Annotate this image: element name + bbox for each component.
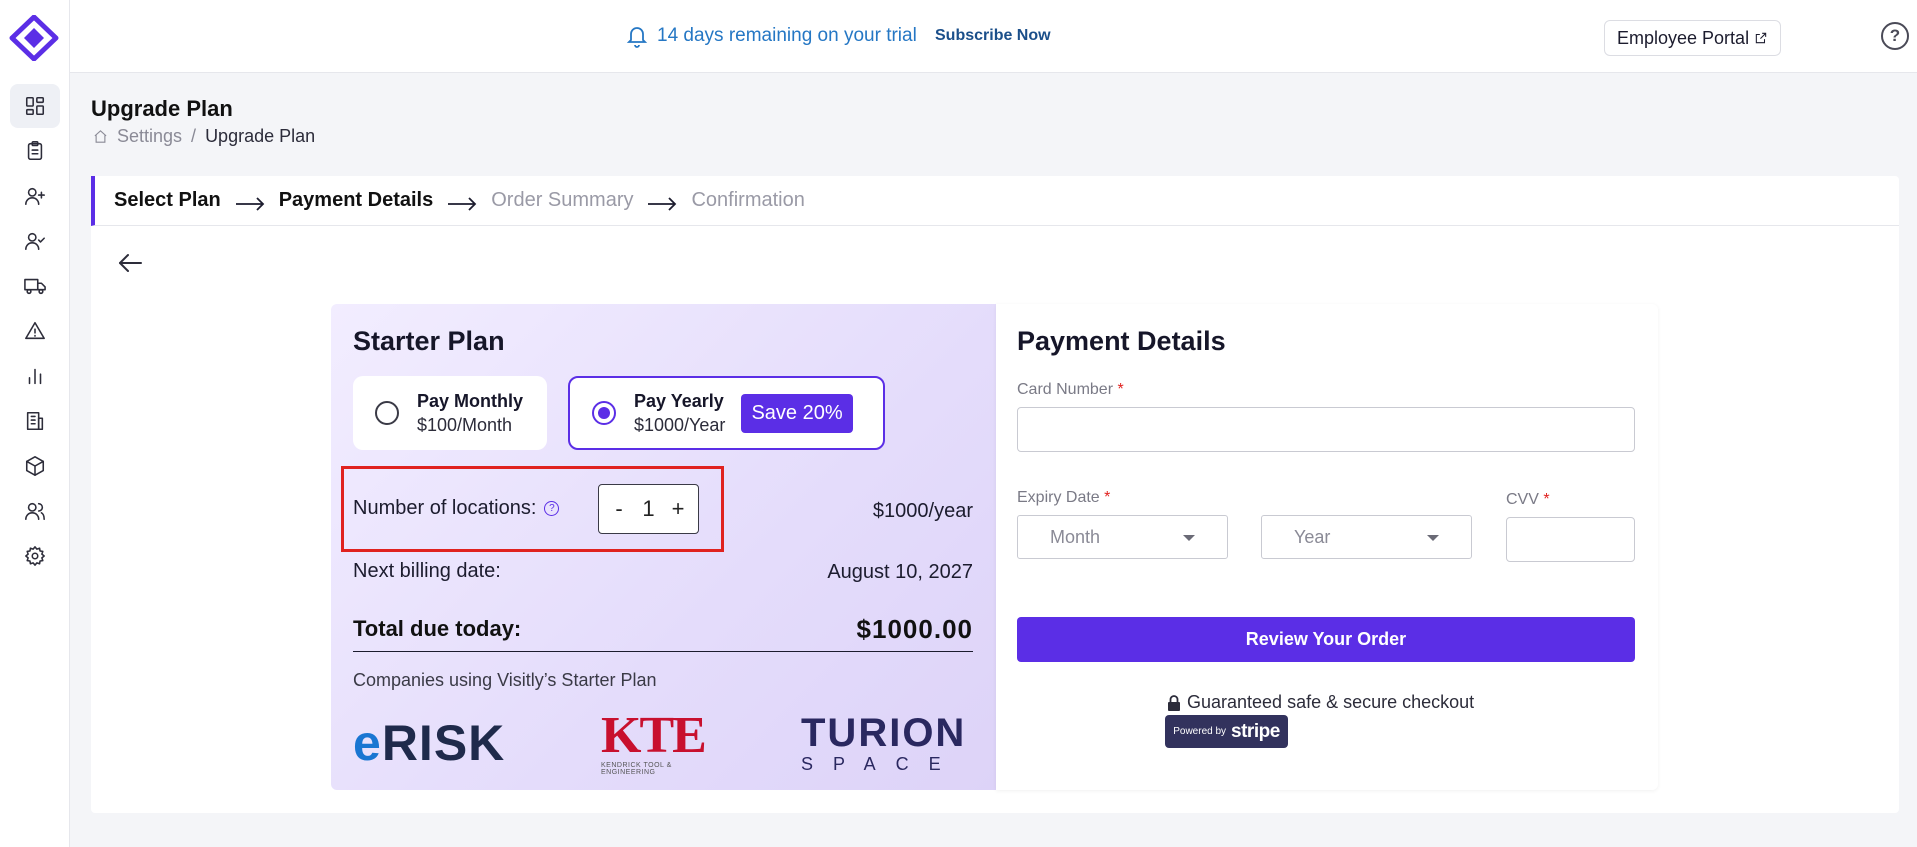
billing-date-value: August 10, 2027 [827, 561, 973, 583]
checkout-stepper: Select Plan Payment Details Order Summar… [91, 176, 1899, 226]
card-number-label: Card Number * [1017, 381, 1124, 398]
sidebar-item-deliveries[interactable] [10, 264, 60, 308]
pay-yearly-label: Pay Yearly [634, 390, 724, 411]
save-badge: Save 20% [741, 393, 853, 433]
card-number-input[interactable] [1017, 407, 1635, 452]
caret-down-icon [1183, 535, 1195, 541]
dashboard-icon [25, 96, 45, 116]
sidebar-item-assets[interactable] [10, 444, 60, 488]
package-icon [25, 456, 45, 476]
expiry-month-value: Month [1050, 526, 1101, 547]
erisk-logo: eRISK [353, 715, 506, 771]
plan-title: Starter Plan [353, 326, 505, 356]
locations-label-row: Number of locations: ? [353, 497, 560, 520]
question-circle-icon[interactable]: ? [544, 501, 560, 516]
back-arrow-icon[interactable] [115, 248, 145, 278]
kte-logo: KTE KENDRICK TOOL & ENGINEERING [601, 707, 707, 777]
lock-icon [1168, 694, 1180, 711]
turion-space-logo: TURION SPACE [801, 711, 967, 774]
billing-date-label: Next billing date: [353, 560, 501, 582]
total-divider [353, 651, 973, 652]
step-payment-details: Payment Details [278, 189, 434, 211]
expiry-year-value: Year [1294, 526, 1331, 547]
caret-down-icon [1427, 535, 1439, 541]
pay-yearly-radio[interactable] [592, 401, 616, 425]
pay-monthly-price: $100/Month [417, 414, 513, 435]
secure-checkout-text: Guaranteed safe & secure checkout [1187, 692, 1475, 712]
breadcrumb-separator: / [191, 126, 197, 146]
decrement-button[interactable]: - [609, 496, 629, 522]
plan-panel: Starter Plan Pay Monthly $100/Month Pay … [331, 304, 996, 790]
user-check-icon [25, 232, 45, 251]
secure-checkout-note: Guaranteed safe & secure checkout [1167, 692, 1474, 713]
home-icon[interactable] [93, 129, 108, 144]
breadcrumb: Settings / Upgrade Plan [93, 126, 315, 147]
expiry-month-select[interactable]: Month [1017, 515, 1228, 559]
sidebar-item-dashboard[interactable] [10, 84, 60, 128]
truck-icon [24, 278, 46, 295]
increment-button[interactable]: + [668, 496, 688, 522]
locations-label: Number of locations: [353, 497, 537, 519]
arrow-right-icon [647, 194, 677, 211]
employee-portal-button[interactable]: Employee Portal [1604, 20, 1782, 56]
employee-portal-label: Employee Portal [1617, 27, 1750, 48]
sidebar-item-reports[interactable] [10, 354, 60, 398]
users-icon [25, 502, 45, 521]
sidebar-item-invite[interactable] [10, 174, 60, 218]
locations-stepper: - 1 + [598, 484, 699, 534]
app-logo-icon[interactable] [9, 15, 59, 61]
sidebar-nav [10, 84, 60, 579]
sidebar [0, 0, 70, 847]
locations-count[interactable]: 1 [642, 496, 654, 522]
cvv-input[interactable] [1506, 517, 1635, 562]
bar-chart-icon [28, 368, 42, 385]
payment-title: Payment Details [1017, 326, 1226, 356]
sidebar-item-users[interactable] [10, 489, 60, 533]
companies-label: Companies using Visitly’s Starter Plan [353, 670, 657, 690]
total-due-label: Total due today: [353, 616, 522, 641]
external-link-icon [1755, 32, 1767, 44]
arrow-right-icon [235, 194, 265, 211]
help-icon[interactable]: ? [1881, 22, 1909, 50]
trial-notice: 14 days remaining on your trial [625, 24, 917, 48]
bell-icon [626, 27, 648, 48]
gear-icon [25, 546, 45, 566]
expiry-year-select[interactable]: Year [1261, 515, 1472, 559]
sidebar-item-settings[interactable] [10, 534, 60, 578]
review-order-button[interactable]: Review Your Order [1017, 617, 1635, 662]
powered-by-stripe-badge: Powered by stripe [1165, 715, 1288, 748]
trial-text: 14 days remaining on your trial [657, 25, 917, 46]
sidebar-item-locations[interactable] [10, 399, 60, 443]
pay-monthly-radio[interactable] [375, 401, 399, 425]
sidebar-item-visits[interactable] [10, 129, 60, 173]
locations-price: $1000/year [872, 500, 973, 522]
payment-panel: Payment Details Card Number * Expiry Dat… [996, 304, 1658, 790]
sidebar-item-checkin[interactable] [10, 219, 60, 263]
cvv-label: CVV * [1506, 491, 1550, 508]
step-confirmation: Confirmation [691, 189, 805, 211]
total-due-value: $1000.00 [856, 614, 973, 644]
pay-yearly-price: $1000/Year [634, 414, 726, 435]
page-title: Upgrade Plan [91, 96, 233, 121]
top-header: 14 days remaining on your trial Subscrib… [70, 0, 1917, 73]
expiry-date-label: Expiry Date * [1017, 489, 1111, 506]
pay-yearly-option[interactable]: Pay Yearly $1000/Year Save 20% [568, 376, 885, 450]
warning-icon [25, 321, 45, 340]
arrow-right-icon [447, 194, 477, 211]
pay-monthly-label: Pay Monthly [417, 390, 524, 411]
sidebar-item-alerts[interactable] [10, 309, 60, 353]
breadcrumb-settings[interactable]: Settings [117, 126, 182, 147]
subscribe-now-link[interactable]: Subscribe Now [935, 27, 1051, 45]
breadcrumb-current: Upgrade Plan [205, 126, 316, 146]
step-order-summary: Order Summary [491, 189, 634, 211]
user-plus-icon [25, 187, 45, 206]
step-select-plan: Select Plan [114, 189, 221, 211]
clipboard-icon [27, 141, 43, 161]
pay-monthly-option[interactable]: Pay Monthly $100/Month [353, 376, 547, 450]
building-icon [26, 411, 44, 431]
